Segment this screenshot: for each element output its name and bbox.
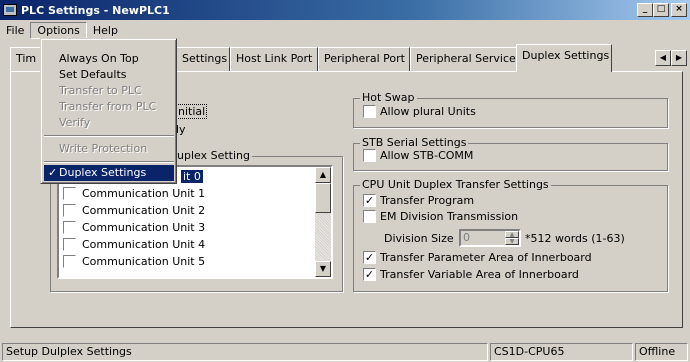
tab-settings[interactable]: Settings [176, 47, 230, 71]
minimize-button[interactable]: _ [637, 3, 653, 17]
list-item[interactable]: Communication Unit 2 [61, 202, 313, 219]
menu-file[interactable]: File [0, 23, 30, 38]
tab-peripheral-service[interactable]: Peripheral Service [410, 47, 518, 71]
menu-bar: File Options Help [0, 20, 690, 40]
list-item-label: Communication Unit 4 [82, 238, 206, 251]
allow-plural-units-checkbox[interactable] [363, 105, 376, 118]
menu-transfer-from-plc: Transfer from PLC [59, 100, 157, 113]
menu-separator [44, 161, 174, 163]
close-button[interactable]: × [671, 3, 687, 17]
list-item-label: Communication Unit 3 [82, 221, 206, 234]
menu-help[interactable]: Help [87, 23, 124, 38]
stb-serial-title: STB Serial Settings [360, 136, 469, 149]
transfer-program-label: Transfer Program [380, 194, 475, 207]
ly-fragment: ly [176, 123, 186, 136]
initial-fragment: nitial [176, 104, 208, 119]
title-bar: PLC Settings - NewPLC1 _ □ × [0, 0, 690, 20]
window-title: PLC Settings - NewPLC1 [21, 3, 170, 17]
list-item-checkbox[interactable] [63, 187, 76, 200]
division-size-input[interactable]: 0 ▲ ▼ [459, 229, 521, 247]
spin-up-icon[interactable]: ▲ [505, 231, 519, 238]
allow-stb-comm-row[interactable]: Allow STB-COMM [363, 149, 473, 162]
list-item[interactable]: Communication Unit 5 [61, 253, 313, 270]
list-item-checkbox[interactable] [63, 255, 76, 268]
division-size-label: Division Size [384, 232, 454, 245]
list-item-label: it 0 [181, 170, 203, 183]
tab-scroll-right-icon[interactable]: ▶ [671, 50, 687, 66]
division-size-spinner[interactable]: ▲ ▼ [505, 231, 519, 245]
em-division-row[interactable]: EM Division Transmission [363, 210, 518, 223]
transfer-variable-row[interactable]: ✓ Transfer Variable Area of Innerboard [363, 268, 579, 281]
tab-scroll: ◀ ▶ [655, 50, 687, 66]
transfer-parameter-row[interactable]: ✓ Transfer Parameter Area of Innerboard [363, 251, 592, 264]
allow-stb-comm-checkbox[interactable] [363, 149, 376, 162]
menu-always-on-top[interactable]: Always On Top [44, 51, 174, 67]
em-division-label: EM Division Transmission [380, 210, 519, 223]
status-bar: Setup Dulplex Settings CS1D-CPU65 Offlin… [0, 341, 690, 362]
menu-write-protection: Write Protection [59, 142, 148, 155]
menu-options[interactable]: Options [30, 21, 87, 39]
allow-stb-comm-label: Allow STB-COMM [380, 149, 474, 162]
division-size-unit: *512 words (1-63) [525, 232, 625, 245]
tab-peripheral-port[interactable]: Peripheral Port [318, 47, 410, 71]
menu-verify: Verify [59, 116, 91, 129]
scroll-thumb[interactable] [315, 183, 331, 213]
allow-plural-units-label: Allow plural Units [380, 105, 476, 118]
checkmark-icon: ✓ [48, 166, 58, 179]
scroll-down-icon[interactable]: ▼ [315, 261, 331, 277]
tab-scroll-left-icon[interactable]: ◀ [655, 50, 671, 66]
hot-swap-title: Hot Swap [360, 91, 417, 104]
scroll-up-icon[interactable]: ▲ [315, 167, 331, 183]
list-item-label: Communication Unit 5 [82, 255, 206, 268]
list-item-checkbox[interactable] [63, 238, 76, 251]
menu-separator [44, 135, 174, 137]
transfer-program-checkbox[interactable]: ✓ [363, 194, 376, 207]
list-item-label: Communication Unit 2 [82, 204, 206, 217]
division-size-value: 0 [463, 231, 470, 244]
menu-duplex-settings-label: Duplex Settings [59, 166, 147, 179]
status-connection: Offline [635, 343, 688, 361]
transfer-variable-checkbox[interactable]: ✓ [363, 268, 376, 281]
cpu-duplex-transfer-title: CPU Unit Duplex Transfer Settings [360, 178, 551, 191]
options-menu: Always On Top Set Defaults Transfer to P… [40, 38, 177, 184]
tab-duplex-settings[interactable]: Duplex Settings [516, 44, 612, 72]
hot-swap-group: Hot Swap Allow plural Units [353, 91, 668, 128]
list-scrollbar[interactable]: ▲ ▼ [315, 167, 331, 277]
status-message: Setup Dulplex Settings [2, 343, 488, 361]
em-division-checkbox[interactable] [363, 210, 376, 223]
stb-serial-group: STB Serial Settings Allow STB-COMM [353, 136, 668, 171]
transfer-parameter-label: Transfer Parameter Area of Innerboard [380, 251, 592, 264]
duplex-setting-group-title: uplex Setting [175, 149, 252, 162]
transfer-parameter-checkbox[interactable]: ✓ [363, 251, 376, 264]
list-item[interactable]: Communication Unit 4 [61, 236, 313, 253]
list-item[interactable]: Communication Unit 3 [61, 219, 313, 236]
spin-down-icon[interactable]: ▼ [505, 238, 519, 245]
app-icon[interactable] [3, 4, 17, 16]
transfer-program-row[interactable]: ✓ Transfer Program [363, 194, 474, 207]
allow-plural-units-row[interactable]: Allow plural Units [363, 105, 476, 118]
list-item-checkbox[interactable] [63, 204, 76, 217]
status-cpu-model: CS1D-CPU65 [490, 343, 633, 361]
tab-host-link-port[interactable]: Host Link Port [230, 47, 318, 71]
list-item-label: Communication Unit 1 [82, 187, 206, 200]
menu-set-defaults[interactable]: Set Defaults [44, 67, 174, 83]
list-item-checkbox[interactable] [63, 221, 76, 234]
list-item[interactable]: Communication Unit 1 [61, 185, 313, 202]
maximize-button[interactable]: □ [653, 3, 669, 17]
menu-transfer-to-plc: Transfer to PLC [59, 84, 142, 97]
menu-duplex-settings[interactable]: ✓ Duplex Settings [44, 165, 174, 181]
transfer-variable-label: Transfer Variable Area of Innerboard [380, 268, 579, 281]
